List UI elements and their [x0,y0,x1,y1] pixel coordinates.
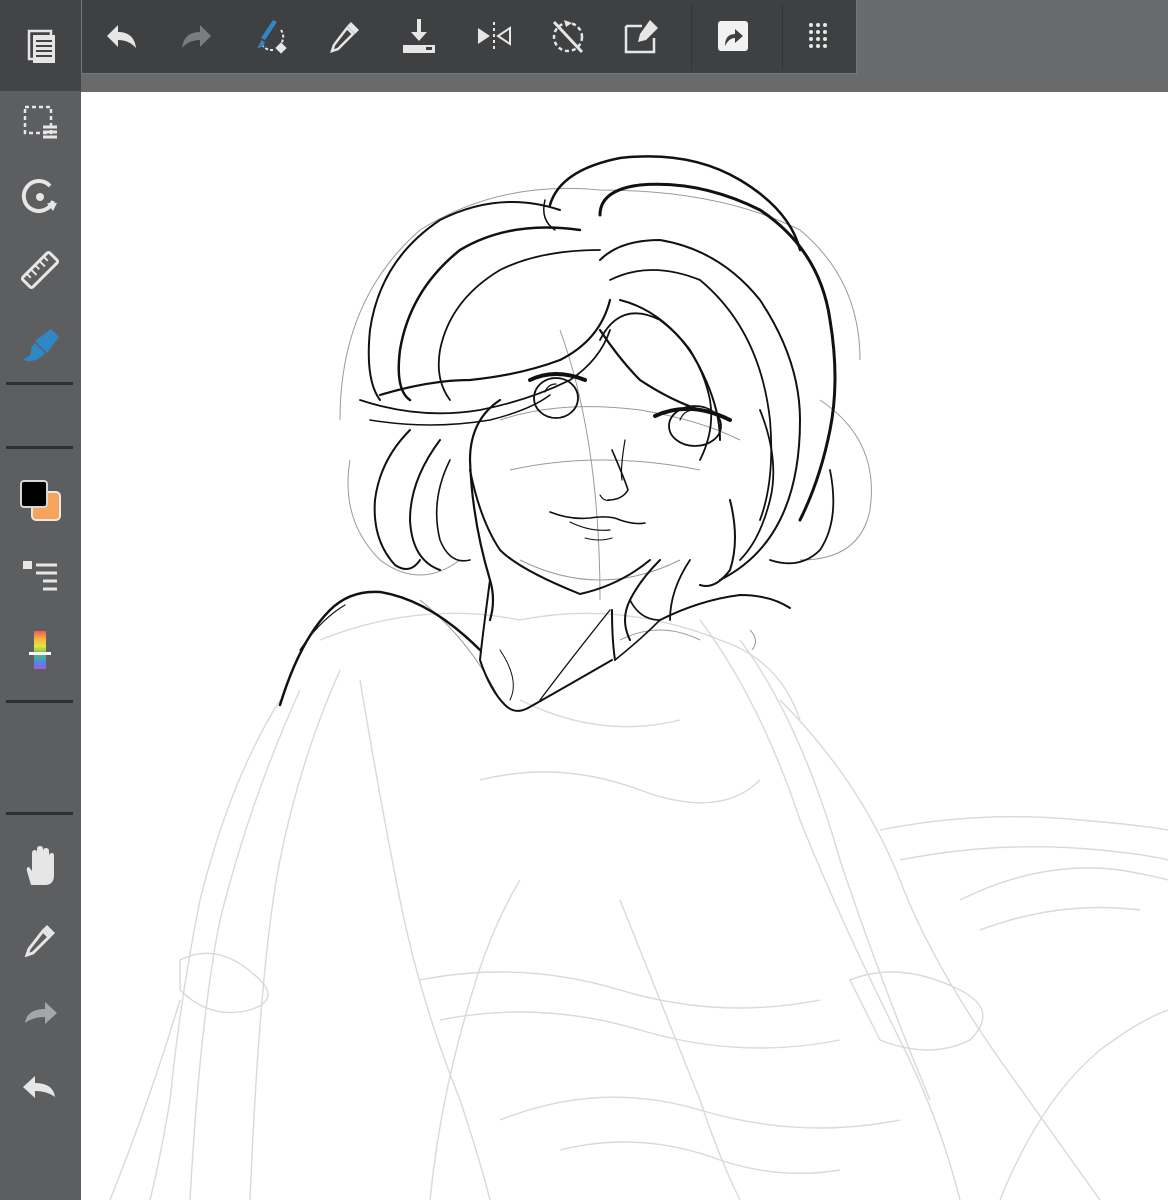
sidebar-divider [6,446,73,449]
brush-tool-button[interactable] [10,316,70,372]
foreground-color-swatch[interactable] [20,480,48,508]
sidebar-divider [6,382,73,385]
rotate-view-button[interactable] [10,168,70,224]
redo-button[interactable] [169,10,223,62]
rotation-off-icon [552,20,584,54]
toolbar-divider [782,4,783,70]
drawing-canvas[interactable] [81,92,1168,1200]
more-menu-button[interactable] [791,10,845,62]
hand-pan-button[interactable] [10,838,70,894]
share-export-button[interactable] [706,10,760,62]
layers-button[interactable] [10,546,70,602]
brush-transform-button[interactable] [244,10,298,62]
edit-layer-icon [624,20,658,54]
selection-menu-button[interactable] [10,94,70,150]
eyedropper-icon [24,925,55,958]
dot-grid-menu-icon [809,23,827,48]
redo-icon [182,25,211,48]
rotation-off-button[interactable] [541,10,595,62]
flip-horizontal-button[interactable] [467,10,521,62]
sidebar-divider [6,812,73,815]
redo-icon [25,1002,57,1024]
command-toolbar [81,0,857,74]
color-spectrum-button[interactable] [10,622,70,678]
left-sidebar [0,0,81,1200]
toolbar-divider [691,4,692,70]
eyedropper-button[interactable] [10,912,70,968]
sketch-artwork [109,155,1168,1200]
ruler-icon [20,250,60,290]
flip-horizontal-icon [478,22,511,50]
layers-icon [23,561,57,591]
edit-layer-button[interactable] [615,10,669,62]
hand-pan-icon [26,846,54,885]
sidebar-undo-button[interactable] [10,1060,70,1116]
eyedropper-icon [330,22,359,53]
save-button[interactable] [392,10,446,62]
undo-button[interactable] [95,10,149,62]
document-menu-icon [27,29,55,63]
brush-transform-icon [257,20,287,54]
sidebar-divider [6,700,73,703]
undo-icon [107,25,136,48]
document-menu-button[interactable] [10,18,70,74]
ruler-button[interactable] [10,242,70,298]
undo-icon [23,1076,55,1098]
brush-tool-icon [23,329,59,361]
sidebar-redo-button[interactable] [10,986,70,1042]
eyedropper-button[interactable] [318,10,372,62]
color-spectrum-icon [29,631,51,669]
selection-menu-icon [23,105,57,139]
share-export-icon [718,21,748,51]
save-download-icon [403,19,435,53]
rotate-view-icon [21,179,57,214]
